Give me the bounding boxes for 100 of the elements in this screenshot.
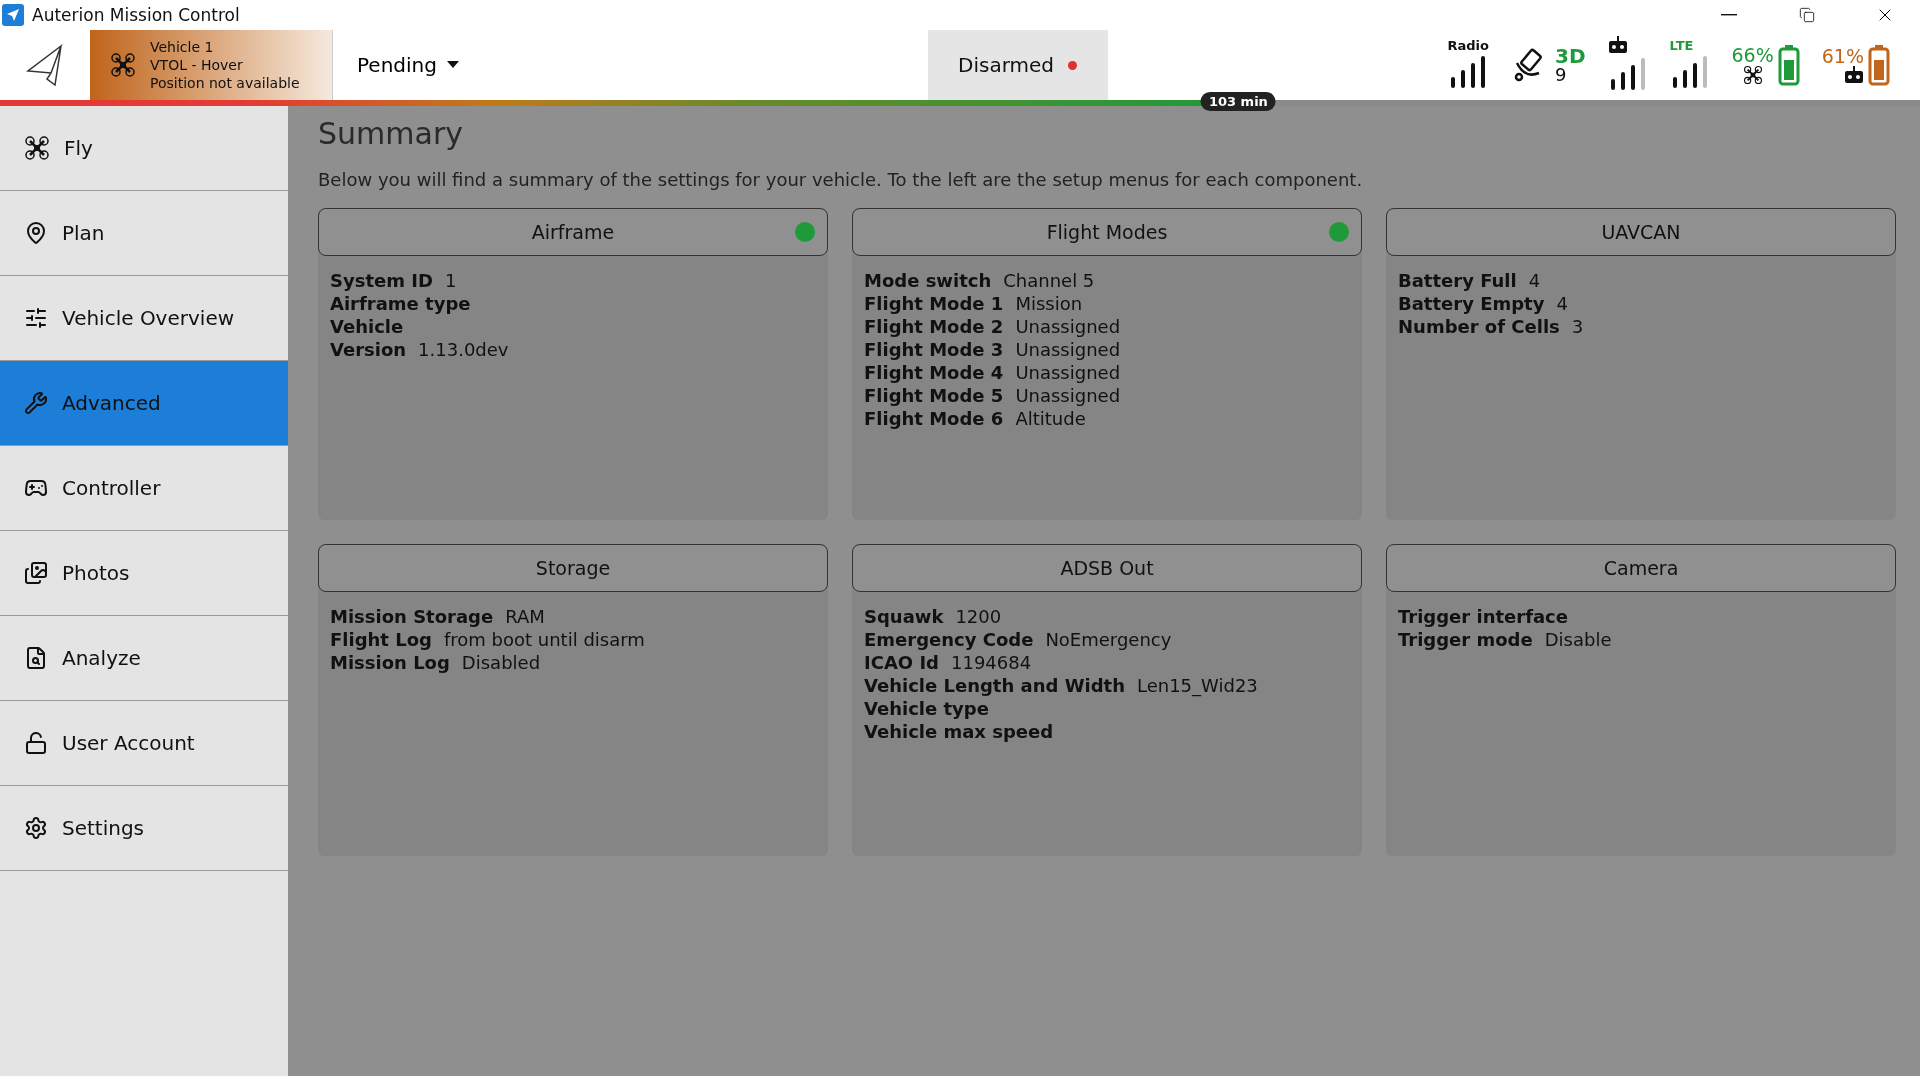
setting-label: Vehicle max speed [864,721,1054,742]
vehicle-status-panel[interactable]: Vehicle 1 VTOL - Hover Position not available [90,30,333,100]
drawer-item[interactable]: Plan [0,191,288,276]
settings-icon [24,816,48,840]
document-search-icon [24,646,48,670]
vehicle-status-text: Position not available [150,74,300,92]
card-title: Flight Modes [1046,221,1168,243]
setting-label: Vehicle type [864,698,989,719]
setting-value: Unassigned [1015,362,1121,383]
drone-icon [24,135,50,161]
flight-time-badge: 103 min [1200,92,1276,111]
drawer-item[interactable]: Controller [0,446,288,531]
setting-value: Disabled [461,652,541,673]
paper-plane-icon[interactable] [25,43,65,87]
card-header[interactable]: ADSB Out [852,544,1362,592]
gps-fix-label: 3D [1555,46,1586,66]
setting-label: Airframe type [330,293,471,314]
lte-label: LTE [1669,38,1694,52]
battery-icon [1868,44,1890,86]
setting-value: from boot until disarm [443,629,645,650]
setting-label: Version [330,339,407,360]
battery-icon [1777,44,1800,86]
satellite-count: 9 [1555,66,1567,84]
card-header[interactable]: Camera [1386,544,1896,592]
arm-status-panel[interactable]: Disarmed [927,30,1108,100]
setting-value: Unassigned [1015,316,1121,337]
setting-value: 3 [1571,316,1584,337]
remote-icon [1844,65,1864,84]
restore-icon [1799,7,1815,23]
setting-label: Flight Mode 3 [864,339,1004,360]
wrench-icon [24,391,48,415]
drawer-item[interactable]: Analyze [0,616,288,701]
setting-value: 1 [444,270,457,291]
setting-label: Battery Empty [1398,293,1545,314]
remote-icon [1607,36,1628,54]
setting-label: Flight Mode 6 [864,408,1004,429]
setting-label: Flight Mode 1 [864,293,1004,314]
vehicle-status-text: VTOL - Hover [150,56,244,74]
setting-label: Mode switch [864,270,992,291]
page-description: Below you will find a summary of the settings for your vehicle. To the left are the setup menus for each component. [318,169,1364,190]
window-title: Auterion Mission Control [32,5,241,25]
drawer-item[interactable]: Settings [0,786,288,871]
drone-icon [110,52,136,78]
setting-label: Trigger mode [1398,629,1533,650]
card-header[interactable]: Airframe [318,208,828,256]
card-title: Camera [1603,557,1679,579]
setting-label: Flight Mode 4 [864,362,1004,383]
card-header[interactable]: Storage [318,544,828,592]
drawer-item[interactable]: Fly [0,106,288,191]
card-title: ADSB Out [1060,557,1154,579]
setting-value: RAM [505,606,545,627]
setting-value: Channel 5 [1003,270,1095,291]
setting-label: Vehicle Length and Width [864,675,1125,696]
setting-label: Trigger interface [1398,606,1568,627]
sliders-icon [24,306,48,330]
status-dot [1068,60,1077,70]
setting-label: Vehicle [330,316,404,337]
setting-value: Unassigned [1015,339,1121,360]
setting-label: Mission Storage [330,606,494,627]
card-title: Storage [535,557,611,579]
setting-label: Flight Mode 5 [864,385,1004,406]
card-title: UAVCAN [1601,221,1681,243]
setting-label: Number of Cells [1398,316,1560,337]
map-pin-icon [24,221,48,245]
setting-value: 1194684 [951,652,1032,673]
setting-value: 4 [1528,270,1541,291]
setting-label: System ID [330,270,433,291]
padlock-icon [24,731,48,755]
setting-label: Battery Full [1398,270,1517,291]
flight-status-dropdown[interactable]: Pending [333,30,513,100]
card-title: Airframe [531,221,615,243]
setting-value: Mission [1015,293,1083,314]
setting-label: Flight Log [330,629,432,650]
setting-value: Altitude [1015,408,1086,429]
radio-label: Radio [1447,38,1489,52]
card-header[interactable]: UAVCAN [1386,208,1896,256]
setting-value: Unassigned [1015,385,1121,406]
setting-label: ICAO Id [864,652,939,673]
battery-percent: 61% [1821,46,1864,66]
setting-value: Len15_Wid23 [1136,675,1258,696]
vehicle-status-text: Vehicle 1 [150,38,215,56]
drawer-item[interactable]: User Account [0,701,288,786]
card-header[interactable]: Flight Modes [852,208,1362,256]
setting-value: 1200 [955,606,1002,627]
setting-value: NoEmergency [1045,629,1172,650]
setting-value: Disable [1544,629,1612,650]
setting-value: 4 [1556,293,1568,314]
caret-icon [446,61,459,69]
drawer-item[interactable]: Advanced [0,361,288,446]
page-title: Summary [318,116,464,151]
arm-status-label: Disarmed [958,53,1054,77]
setting-value: 1.13.0dev [418,339,509,360]
setting-label: Emergency Code [864,629,1034,650]
drone-icon [1742,64,1763,85]
setting-label: Flight Mode 2 [864,316,1004,337]
setting-label: Squawk [864,606,944,627]
photos-icon [24,561,48,585]
minimize-icon [1721,14,1737,16]
drawer-item[interactable]: Photos [0,531,288,616]
battery-percent: 66% [1731,45,1774,65]
